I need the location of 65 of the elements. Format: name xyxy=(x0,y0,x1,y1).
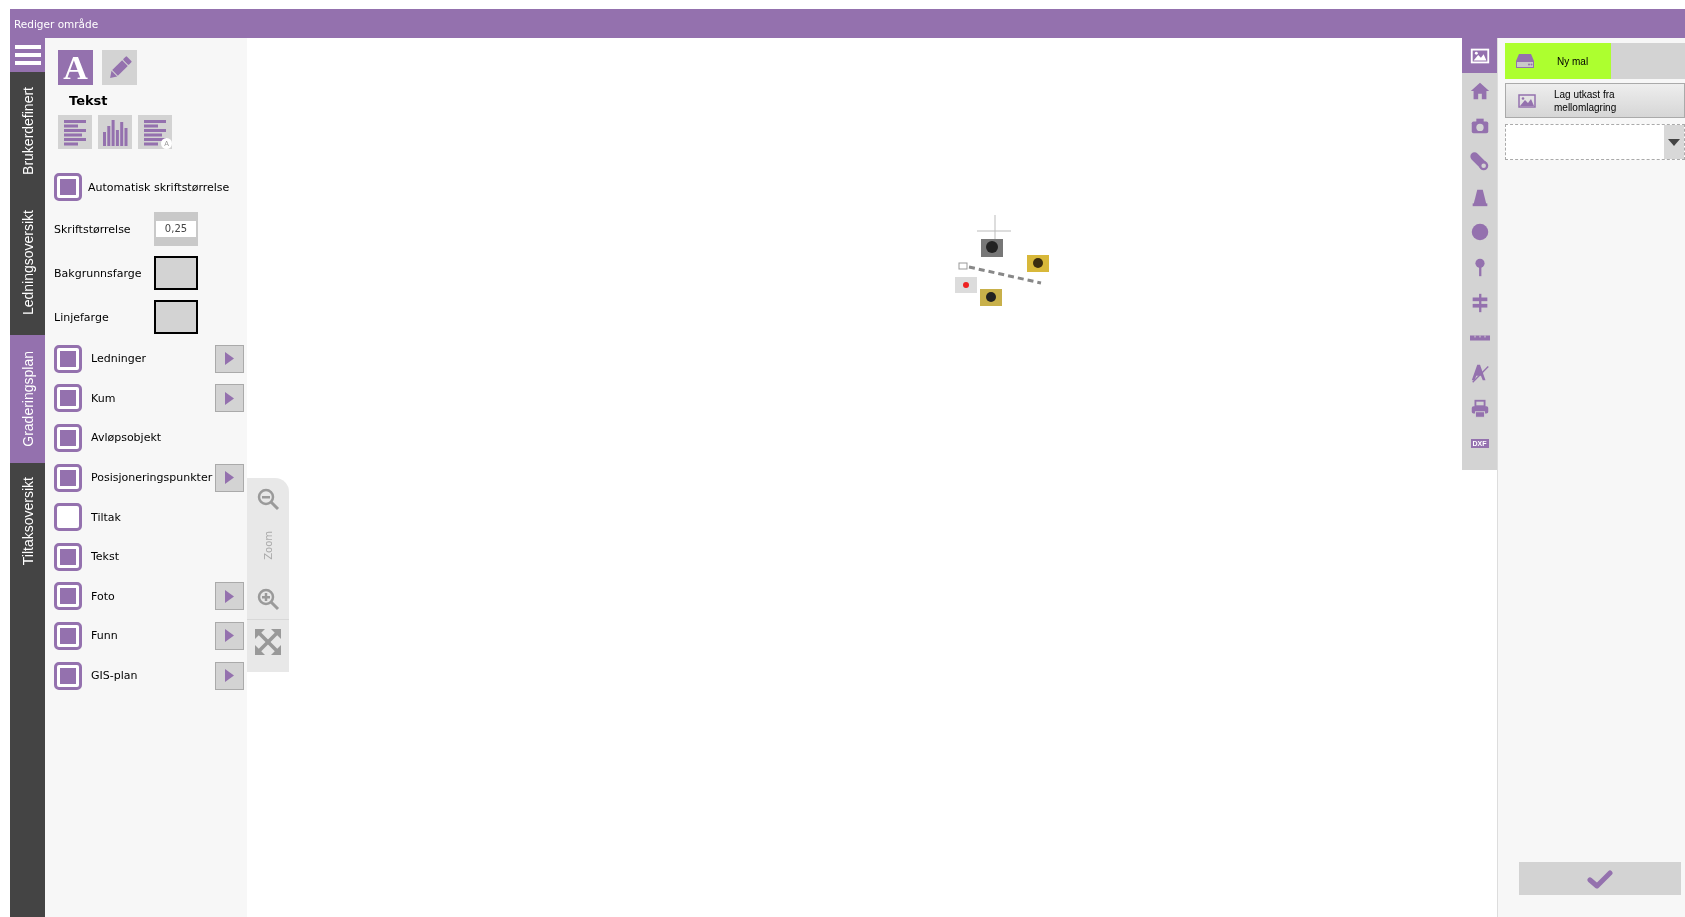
expand-button[interactable] xyxy=(215,344,244,373)
layer-label: Tekst xyxy=(91,550,121,564)
fullscreen-icon[interactable] xyxy=(255,628,281,655)
field-label: Linjefarge xyxy=(54,310,110,324)
zoom-out-icon[interactable] xyxy=(256,487,280,511)
side-tab[interactable]: Graderingsplan xyxy=(10,335,45,463)
play-icon xyxy=(225,669,234,683)
play-icon xyxy=(225,589,234,603)
confirm-button[interactable] xyxy=(1519,862,1681,895)
layer-label: Foto xyxy=(91,589,116,603)
checkbox[interactable] xyxy=(54,173,82,201)
color-swatch[interactable] xyxy=(154,300,198,334)
expand-button[interactable] xyxy=(215,582,244,611)
checkbox[interactable] xyxy=(54,424,82,452)
checkbox[interactable] xyxy=(54,621,82,650)
play-icon xyxy=(225,352,234,366)
play-icon xyxy=(225,471,234,485)
checkbox[interactable] xyxy=(54,463,82,492)
pencil-button[interactable] xyxy=(102,50,137,85)
layer-label: Ledninger xyxy=(91,352,147,366)
menu-icon xyxy=(14,44,41,66)
layer-label: Funn xyxy=(91,629,119,643)
draft-button[interactable]: Lag utkast fra mellomlagring xyxy=(1505,83,1685,118)
zoom-label: Zoom xyxy=(262,531,274,560)
field-label: Skriftstørrelse xyxy=(54,222,132,236)
checkbox[interactable] xyxy=(54,542,82,571)
zoom-in-icon[interactable] xyxy=(256,586,280,611)
layer-label: GIS-plan xyxy=(91,669,139,683)
dropdown-button[interactable] xyxy=(1664,125,1684,159)
window-title: Rediger område xyxy=(14,17,99,30)
bar-chart-icon xyxy=(101,117,129,147)
checkbox-label: Automatisk skriftstørrelse xyxy=(88,180,230,194)
checkbox[interactable] xyxy=(54,384,82,413)
expand-button[interactable] xyxy=(215,463,244,492)
text-tool-button[interactable]: A xyxy=(58,50,93,85)
tool-title: Tekst xyxy=(69,93,109,108)
pipe-icon xyxy=(1468,150,1491,173)
image-icon xyxy=(1518,93,1536,108)
expand-button[interactable] xyxy=(215,661,244,690)
align-left-icon xyxy=(61,117,89,147)
checkmark-icon xyxy=(1587,868,1613,889)
new-template-button[interactable]: Ny mal xyxy=(1505,43,1611,79)
ruler-icon xyxy=(1468,335,1491,341)
layer-label: Kum xyxy=(91,391,117,405)
play-icon xyxy=(225,391,234,405)
menu-button[interactable] xyxy=(10,38,45,72)
layer-label: Tiltak xyxy=(91,510,122,524)
layer-label: Avløpsobjekt xyxy=(91,431,163,445)
play-icon xyxy=(225,629,234,643)
layer-label: Posisjoneringspunkter xyxy=(91,471,214,485)
text-layout-button[interactable] xyxy=(58,115,92,149)
field-label: Bakgrunnsfarge xyxy=(54,266,143,280)
drive-icon xyxy=(1515,53,1535,69)
checkbox[interactable] xyxy=(54,344,82,373)
expand-button[interactable] xyxy=(215,384,244,413)
expand-button[interactable] xyxy=(215,621,244,650)
caret-icon xyxy=(1668,138,1680,146)
text-layout-button[interactable] xyxy=(98,115,132,149)
align-lines-icon xyxy=(141,117,169,147)
checkbox[interactable] xyxy=(54,661,82,690)
checkbox[interactable] xyxy=(54,582,82,611)
checkbox[interactable] xyxy=(54,503,82,532)
color-swatch[interactable] xyxy=(154,256,198,290)
tool-button[interactable] xyxy=(1462,38,1497,74)
font-size-field[interactable]: 0,25 xyxy=(154,212,198,246)
